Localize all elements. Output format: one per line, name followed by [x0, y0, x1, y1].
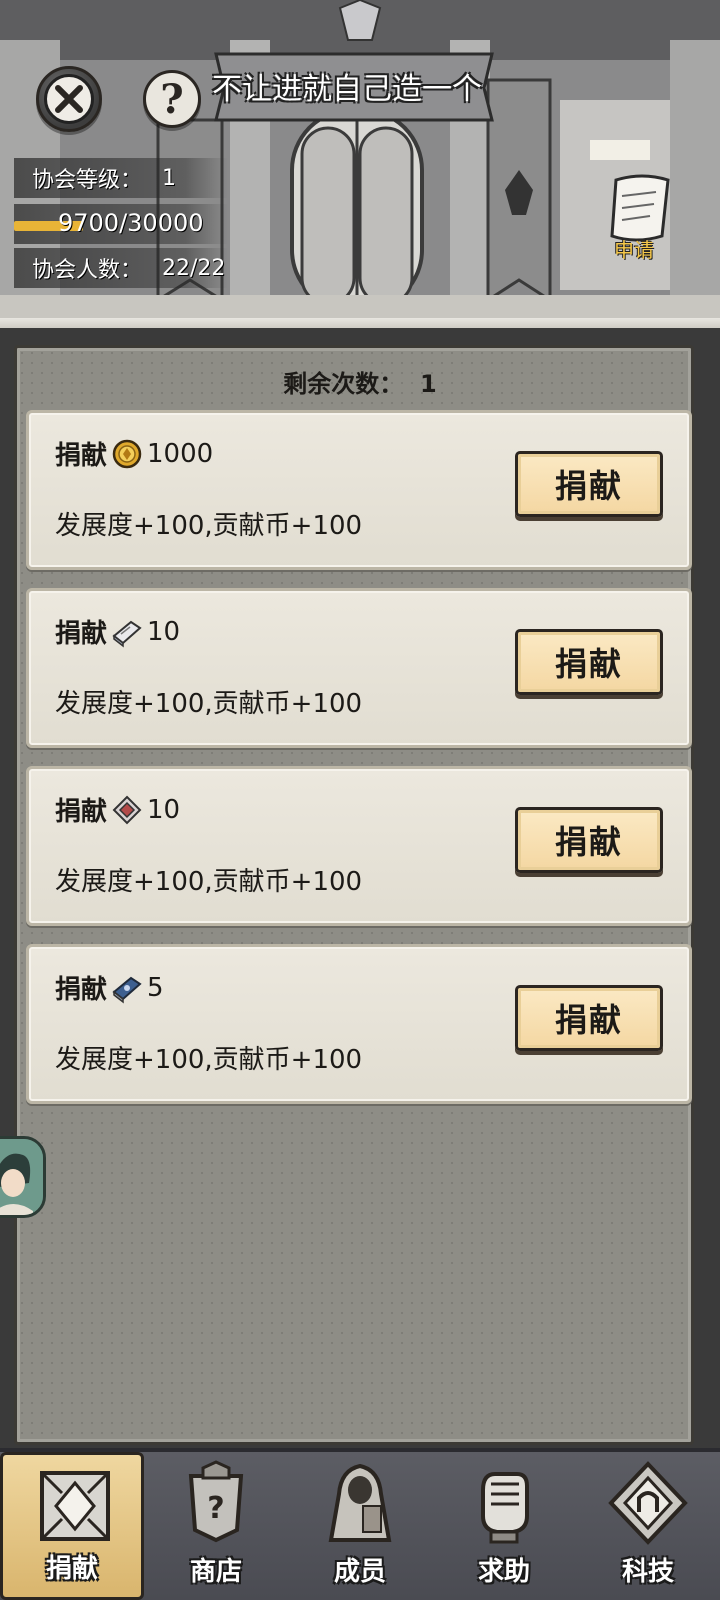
donation-card-gem: 捐献 10 发展度+100,贡献币+100 捐献 — [26, 766, 692, 926]
donation-title-label: 捐献 — [55, 975, 108, 1005]
donation-amount: 10 — [147, 616, 181, 647]
remaining-label: 剩余次数： — [283, 370, 404, 398]
tab-tech[interactable]: 科技 — [576, 1452, 720, 1600]
donation-amount: 5 — [147, 972, 164, 1003]
tab-help[interactable]: 求助 — [432, 1452, 576, 1600]
remaining-value: 1 — [420, 370, 437, 398]
donation-title: 捐献 5 — [55, 969, 164, 1006]
blue-tome-icon — [112, 976, 142, 1004]
donation-amount: 10 — [147, 794, 181, 825]
gold-coin-icon — [112, 439, 142, 468]
tab-label: 成员 — [333, 1557, 386, 1587]
help-button[interactable]: ? — [143, 70, 201, 128]
guild-level: 协会等级： 1 — [14, 158, 228, 198]
tab-label: 求助 — [477, 1557, 530, 1587]
tab-donate[interactable]: 捐献 — [0, 1452, 144, 1600]
guild-members-value: 22/22 — [162, 255, 226, 281]
members-icon — [328, 1463, 392, 1542]
donation-title: 捐献 10 — [55, 613, 180, 650]
remaining-count: 剩余次数： 1 — [0, 364, 720, 399]
donation-title-label: 捐献 — [55, 619, 108, 649]
guild-hall-header: 不让进就自己造一个 ? 协会等级： 1 9700/30000 协会人数： 22/… — [0, 0, 720, 322]
guild-members: 协会人数： 22/22 — [14, 248, 228, 288]
donation-card-gold: 捐献 1000 发展度+100,贡献币+100 捐献 — [26, 410, 692, 570]
donation-reward: 发展度+100,贡献币+100 — [55, 511, 363, 541]
donate-icon — [40, 1471, 110, 1541]
guild-level-value: 1 — [162, 165, 177, 191]
donation-reward: 发展度+100,贡献币+100 — [55, 867, 363, 897]
help-fist-icon — [481, 1472, 529, 1544]
guild-members-label: 协会人数： — [32, 258, 143, 283]
donation-title-label: 捐献 — [55, 441, 108, 471]
donation-amount: 1000 — [147, 438, 214, 469]
tab-shop[interactable]: ? 商店 — [144, 1452, 288, 1600]
guild-level-label: 协会等级： — [32, 168, 143, 193]
close-icon — [55, 85, 83, 113]
guild-exp-bar: 9700/30000 — [14, 207, 228, 241]
donation-reward: 发展度+100,贡献币+100 — [55, 689, 363, 719]
donation-reward: 发展度+100,贡献币+100 — [55, 1045, 363, 1075]
donation-card-scroll: 捐献 10 发展度+100,贡献币+100 捐献 — [26, 588, 692, 748]
header-divider — [0, 318, 720, 328]
apply-label[interactable]: 申请 — [614, 234, 654, 263]
question-icon: ? — [160, 75, 184, 123]
shop-icon: ? — [188, 1460, 244, 1543]
donation-title: 捐献 10 — [55, 791, 180, 828]
tab-members[interactable]: 成员 — [288, 1452, 432, 1600]
tech-icon — [608, 1461, 688, 1545]
donation-title: 捐献 1000 — [55, 435, 213, 472]
tab-label: 商店 — [189, 1557, 242, 1587]
floating-avatar[interactable] — [0, 1136, 46, 1218]
donate-button[interactable]: 捐献 — [515, 807, 663, 873]
close-button[interactable] — [36, 66, 102, 132]
donate-button[interactable]: 捐献 — [515, 629, 663, 695]
donate-button[interactable]: 捐献 — [515, 451, 663, 517]
character-avatar-icon — [0, 1139, 43, 1215]
donation-title-label: 捐献 — [55, 797, 108, 827]
tab-label: 科技 — [621, 1557, 674, 1587]
guild-exp-text: 9700/30000 — [58, 209, 204, 237]
donate-button[interactable]: 捐献 — [515, 985, 663, 1051]
tab-label: 捐献 — [45, 1554, 98, 1584]
bottom-navigation: 捐献 ? 商店 成员 求助 科技 — [0, 1448, 720, 1600]
scroll-book-icon — [112, 620, 142, 648]
gem-stone-icon — [112, 795, 142, 824]
guild-name: 不让进就自己造一个 — [212, 72, 482, 107]
svg-text:?: ? — [207, 1491, 224, 1526]
guild-exp: 9700/30000 — [14, 204, 228, 244]
donation-card-tome: 捐献 5 发展度+100,贡献币+100 捐献 — [26, 944, 692, 1104]
